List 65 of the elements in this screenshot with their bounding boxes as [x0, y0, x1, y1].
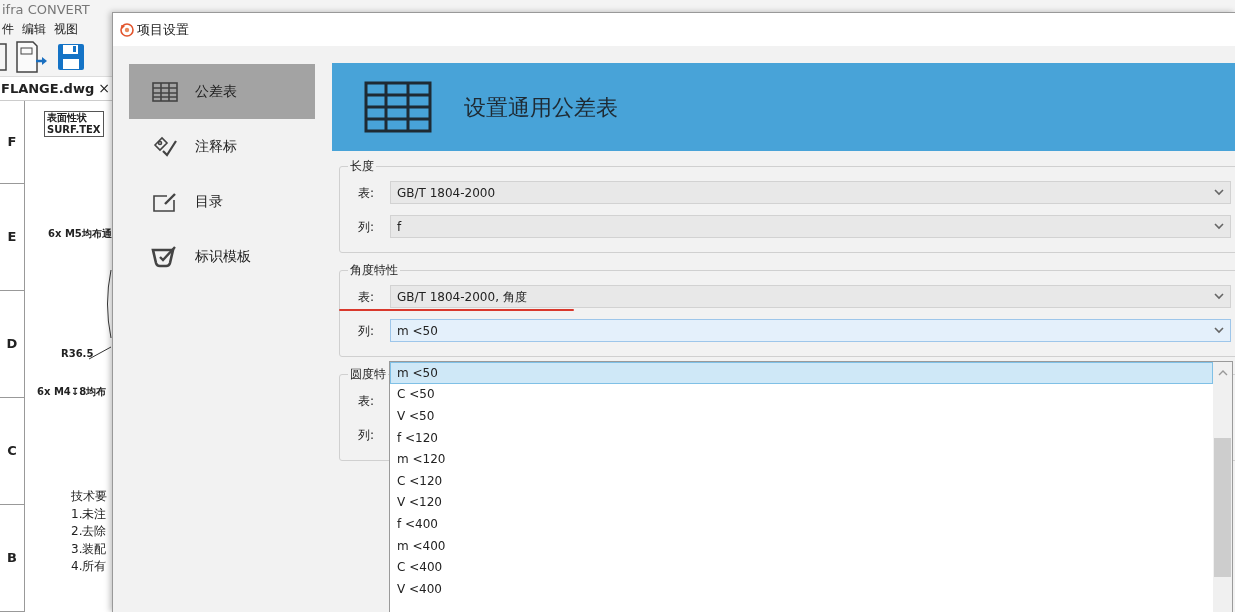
- dropdown-option[interactable]: m <50: [390, 362, 1213, 384]
- close-tab-button[interactable]: ×: [98, 77, 110, 99]
- sidebar-item[interactable]: 注释标: [129, 119, 315, 174]
- drawing-note: 6x M5均布通: [48, 227, 112, 241]
- chevron-down-icon: [1214, 327, 1224, 334]
- row-label: F: [7, 133, 17, 152]
- chevron-down-icon: [1214, 293, 1224, 300]
- select-field[interactable]: f: [390, 215, 1231, 238]
- table-icon: [364, 81, 432, 133]
- radius-note: R36.5: [61, 347, 94, 361]
- dropdown-option[interactable]: m <400: [390, 534, 1213, 557]
- field-label: 表:: [358, 184, 376, 202]
- scroll-up-icon[interactable]: [1217, 370, 1228, 376]
- dropdown-option[interactable]: m <120: [390, 448, 1213, 470]
- menu-item[interactable]: 件: [2, 19, 14, 38]
- app-title: ifra CONVERT: [2, 1, 90, 19]
- cup-check-icon: [151, 244, 179, 269]
- chevron-down-icon: [1214, 223, 1224, 230]
- dropdown-option[interactable]: C <120: [390, 469, 1213, 492]
- dialog-title: 项目设置: [137, 20, 189, 39]
- requirement-text: 4.所有: [71, 558, 107, 575]
- group-title: 角度特性: [349, 262, 399, 279]
- dropdown-option[interactable]: V <50: [390, 405, 1213, 427]
- requirement-text: 3.装配: [71, 540, 107, 558]
- field-label: 列:: [358, 322, 376, 340]
- scrollbar[interactable]: [1213, 362, 1232, 612]
- select-field[interactable]: GB/T 1804-2000: [390, 181, 1231, 204]
- dropdown-option[interactable]: C <50: [390, 383, 1213, 406]
- arc-line: [104, 269, 112, 339]
- requirement-text: 1.未注: [71, 505, 107, 523]
- requirement-text: 技术要: [71, 488, 107, 505]
- menu-item[interactable]: 视图: [54, 19, 78, 38]
- field-label: 列:: [358, 218, 376, 236]
- row-label: B: [7, 549, 17, 568]
- group-title: 圆度特: [349, 366, 387, 383]
- dropdown-option[interactable]: f <400: [390, 513, 1213, 535]
- menu-item[interactable]: 编辑: [22, 19, 46, 38]
- document-icon[interactable]: [0, 41, 8, 72]
- save-icon[interactable]: [56, 41, 86, 72]
- field-label: 表:: [358, 288, 376, 306]
- row-label: D: [6, 335, 18, 354]
- dropdown-option[interactable]: C <400: [390, 556, 1213, 578]
- field-label: 列:: [358, 426, 376, 444]
- drawing-note: 6x M4↧8均布: [37, 385, 107, 399]
- table-icon: [151, 79, 179, 104]
- dropdown-option[interactable]: V <120: [390, 491, 1213, 514]
- group-title: 长度: [349, 158, 375, 175]
- row-label: E: [7, 228, 17, 247]
- surface-texture-label: 表面性状 SURF.TEX: [44, 111, 104, 137]
- app-logo-icon: [120, 22, 134, 37]
- field-label: 表:: [358, 392, 376, 410]
- dropdown-option[interactable]: V <400: [390, 577, 1213, 600]
- tag-check-icon: [151, 134, 179, 159]
- requirement-text: 2.去除: [71, 523, 107, 540]
- sidebar-item[interactable]: 目录: [129, 174, 315, 229]
- sidebar-item[interactable]: 标识模板: [129, 229, 315, 284]
- scroll-thumb[interactable]: [1214, 438, 1231, 577]
- document-tab[interactable]: FLANGE.dwg: [1, 78, 95, 98]
- row-label: C: [7, 442, 17, 461]
- sidebar-item[interactable]: 公差表: [129, 64, 315, 119]
- select-field[interactable]: m <50: [390, 319, 1231, 342]
- dropdown-option[interactable]: f <120: [390, 426, 1213, 449]
- select-field[interactable]: GB/T 1804-2000, 角度: [390, 285, 1231, 308]
- chevron-down-icon: [1214, 189, 1224, 196]
- header-title: 设置通用公差表: [464, 93, 618, 122]
